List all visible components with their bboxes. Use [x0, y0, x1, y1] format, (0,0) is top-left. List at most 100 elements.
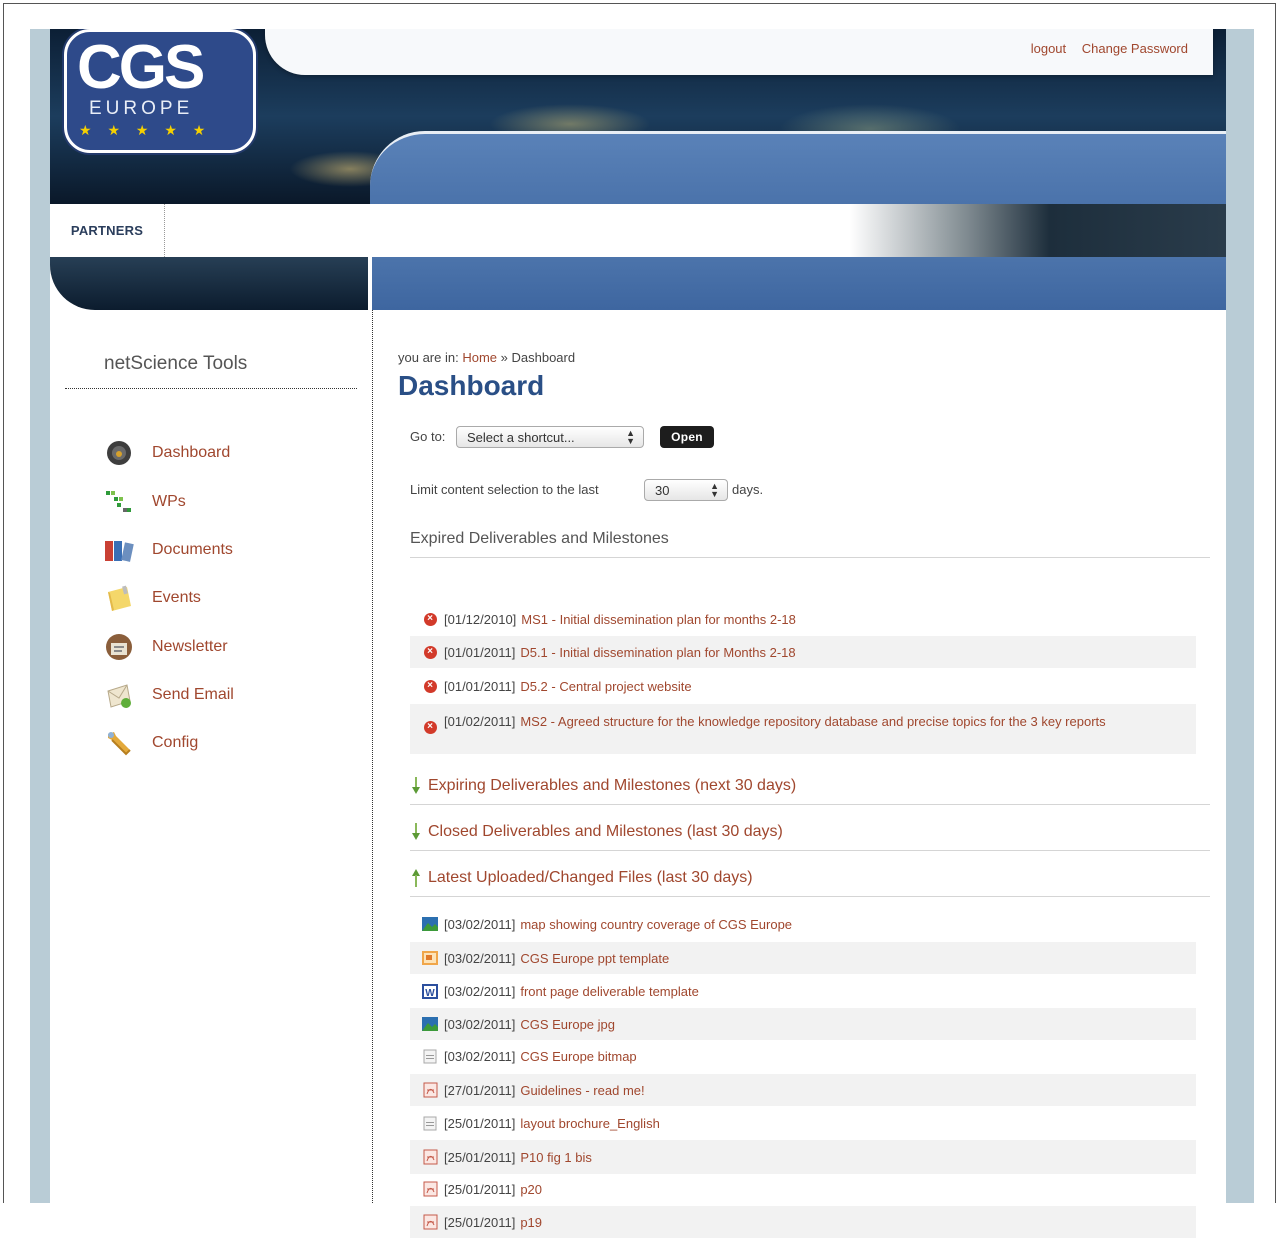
newsletter-icon [104, 632, 134, 662]
nav-item-partners[interactable]: PARTNERS [50, 204, 165, 257]
error-icon: × [422, 719, 438, 735]
logout-link[interactable]: logout [1031, 41, 1066, 56]
item-link[interactable]: CGS Europe ppt template [520, 951, 669, 966]
item-date: [03/02/2011] [444, 950, 516, 966]
site-header: PARTNERS logout Change Password CGS EURO… [50, 29, 1226, 310]
latest-files-section-title: Latest Uploaded/Changed Files (last 30 d… [428, 869, 753, 886]
breadcrumb-current: Dashboard [511, 350, 576, 365]
breadcrumb-separator: » [500, 350, 508, 365]
sidebar-item-label: Send Email [152, 686, 234, 703]
sidebar: netScience Tools Dashboard WPs Documents… [50, 310, 373, 1203]
documents-icon [104, 535, 134, 565]
sidebar-item-label: WPs [152, 493, 186, 510]
nav-band [50, 204, 1226, 257]
sidebar-title: netScience Tools [104, 353, 248, 374]
item-date: [27/01/2011] [444, 1082, 516, 1098]
closed-section-title: Closed Deliverables and Milestones (last… [428, 823, 783, 840]
sidebar-item-label: Documents [152, 541, 233, 558]
sidebar-item-wps[interactable]: WPs [104, 485, 186, 519]
file-item[interactable]: [25/01/2011] layout brochure_English [410, 1108, 1196, 1138]
ppt-file-icon [422, 950, 438, 966]
sidebar-item-send-email[interactable]: Send Email [104, 678, 234, 712]
item-link[interactable]: map showing country coverage of CGS Euro… [520, 917, 792, 932]
item-date: [25/01/2011] [444, 1181, 516, 1197]
item-link[interactable]: MS1 - Initial dissemination plan for mon… [521, 612, 796, 627]
limit-days-value: 30 [655, 482, 670, 498]
goto-label: Go to: [410, 429, 446, 444]
sidebar-item-newsletter[interactable]: Newsletter [104, 630, 228, 664]
header-bottom-right-panel [372, 257, 1226, 310]
item-date: [01/01/2011] [444, 678, 516, 694]
page: PARTNERS logout Change Password CGS EURO… [50, 29, 1226, 1238]
days-label: days. [732, 482, 764, 497]
word-file-icon: W [422, 983, 438, 999]
closed-section-header[interactable]: Closed Deliverables and Milestones (last… [410, 814, 1210, 851]
sidebar-item-events[interactable]: Events [104, 581, 201, 615]
item-date: [03/02/2011] [444, 916, 516, 932]
change-password-link[interactable]: Change Password [1082, 41, 1188, 56]
item-link[interactable]: CGS Europe bitmap [520, 1049, 636, 1064]
item-link[interactable]: CGS Europe jpg [520, 1017, 615, 1032]
pdf-file-icon [422, 1214, 438, 1230]
expiring-section-header[interactable]: Expiring Deliverables and Milestones (ne… [410, 768, 1210, 805]
item-link[interactable]: P10 fig 1 bis [520, 1150, 592, 1165]
page-title: Dashboard [398, 370, 545, 401]
file-item[interactable]: W [03/02/2011] front page deliverable te… [410, 976, 1196, 1006]
latest-files-section-header[interactable]: Latest Uploaded/Changed Files (last 30 d… [410, 860, 1210, 897]
cgs-europe-logo[interactable]: CGS EUROPE ★ ★ ★ ★ ★ [64, 29, 256, 153]
item-link[interactable]: p20 [520, 1182, 542, 1197]
sidebar-item-label: Newsletter [152, 638, 228, 655]
file-item[interactable]: [25/01/2011] p20 [410, 1174, 1196, 1204]
select-arrows-icon: ▲ ▼ [626, 428, 635, 446]
item-link[interactable]: D5.2 - Central project website [520, 679, 691, 694]
expired-section-header: Expired Deliverables and Milestones [410, 521, 1210, 558]
item-link[interactable]: D5.1 - Initial dissemination plan for Mo… [520, 645, 795, 660]
image-file-icon [422, 1016, 438, 1032]
collapse-arrow-up-icon [410, 869, 422, 887]
item-link[interactable]: p19 [520, 1215, 542, 1230]
sidebar-item-documents[interactable]: Documents [104, 533, 233, 567]
sidebar-item-label: Events [152, 589, 201, 606]
item-link[interactable]: MS2 - Agreed structure for the knowledge… [520, 714, 1105, 729]
breadcrumb: you are in: Home » Dashboard [398, 350, 575, 365]
expired-item[interactable]: × [01/01/2011] D5.1 - Initial disseminat… [410, 636, 1196, 668]
file-item[interactable]: [03/02/2011] CGS Europe jpg [410, 1008, 1196, 1040]
send-email-icon [104, 680, 134, 710]
error-icon: × [422, 644, 438, 660]
expired-section-title: Expired Deliverables and Milestones [410, 530, 669, 547]
file-item[interactable]: [03/02/2011] CGS Europe ppt template [410, 942, 1196, 974]
sidebar-item-config[interactable]: Config [104, 726, 198, 760]
pdf-file-icon [422, 1082, 438, 1098]
config-icon [104, 728, 134, 758]
item-date: [03/02/2011] [444, 983, 516, 999]
file-item[interactable]: [27/01/2011] Guidelines - read me! [410, 1074, 1196, 1106]
collapse-arrow-down-icon [410, 823, 422, 841]
breadcrumb-home-link[interactable]: Home [462, 350, 497, 365]
expired-item[interactable]: × [01/12/2010] MS1 - Initial disseminati… [410, 604, 1196, 634]
file-item[interactable]: [25/01/2011] p19 [410, 1206, 1196, 1238]
logo-stars: ★ ★ ★ ★ ★ [79, 122, 212, 138]
sidebar-item-label: Dashboard [152, 444, 231, 461]
wps-icon [104, 487, 134, 517]
sidebar-item-dashboard[interactable]: Dashboard [104, 436, 230, 470]
item-link[interactable]: Guidelines - read me! [520, 1083, 644, 1098]
generic-file-icon [422, 1115, 438, 1131]
expired-item[interactable]: × [01/02/2011] MS2 - Agreed structure for … [410, 704, 1196, 754]
item-link[interactable]: layout brochure_English [520, 1116, 659, 1131]
limit-label: Limit content selection to the last [410, 482, 599, 497]
file-item[interactable]: [25/01/2011] P10 fig 1 bis [410, 1140, 1196, 1174]
file-item[interactable]: [03/02/2011] map showing country coverag… [410, 908, 1196, 940]
svg-text:W: W [425, 988, 435, 999]
sidebar-divider [65, 388, 357, 389]
shortcut-select[interactable]: Select a shortcut... ▲ ▼ [456, 426, 644, 448]
item-link[interactable]: front page deliverable template [520, 984, 699, 999]
dashboard-icon [104, 438, 134, 468]
file-item[interactable]: [03/02/2011] CGS Europe bitmap [410, 1040, 1196, 1072]
open-button[interactable]: Open [660, 426, 714, 448]
image-file-icon [422, 916, 438, 932]
expired-item[interactable]: × [01/01/2011] D5.2 - Central project we… [410, 670, 1196, 702]
sidebar-item-label: Config [152, 734, 199, 751]
error-icon: × [422, 611, 438, 627]
limit-days-select[interactable]: 30 ▲ ▼ [644, 479, 728, 501]
generic-file-icon [422, 1048, 438, 1064]
